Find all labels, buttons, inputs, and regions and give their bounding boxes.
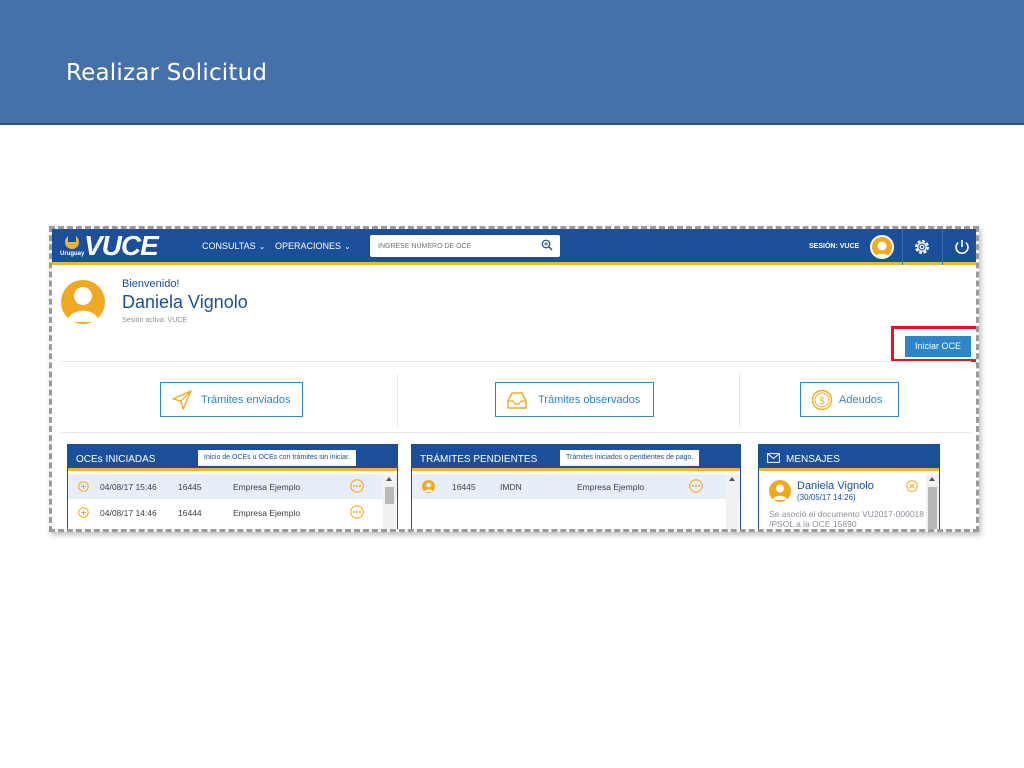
divider	[397, 374, 398, 427]
highlight-annotation	[891, 326, 976, 362]
panel-header: TRÁMITES PENDIENTES Trámites iniciados o…	[412, 445, 740, 471]
panel-tip: Inicio de OCEs u OCEs con trámites sin i…	[198, 450, 356, 466]
table-row[interactable]: 04/08/17 15:46 16445 Empresa Ejemplo	[68, 474, 397, 499]
user-name: Daniela Vignolo	[122, 292, 248, 312]
chevron-down-icon: ⌄	[258, 242, 266, 251]
panel-title: MENSAJES	[786, 454, 840, 465]
quick-link-observed[interactable]: Trámites observados	[495, 382, 654, 417]
row-company: Empresa Ejemplo	[233, 508, 301, 518]
row-number: 16444	[178, 508, 202, 518]
power-icon[interactable]	[952, 237, 972, 257]
logo-brand: VUCE	[84, 230, 159, 261]
inbox-icon	[507, 392, 527, 409]
nav-divider	[942, 229, 943, 265]
chevron-down-icon: ⌄	[344, 242, 351, 251]
logo-country: Uruguay	[60, 251, 85, 257]
table-row[interactable]: 16445 IMDN Empresa Ejemplo	[412, 474, 740, 499]
welcome-avatar	[61, 280, 105, 324]
envelope-icon	[767, 453, 780, 463]
oce-search-box	[370, 235, 560, 257]
scrollbar[interactable]	[726, 474, 739, 529]
add-circle-icon[interactable]	[78, 481, 89, 492]
panel-title: OCEs INICIADAS	[76, 454, 156, 465]
user-icon	[422, 480, 435, 493]
row-company: Empresa Ejemplo	[233, 482, 301, 492]
session-label: SESIÓN: VUCE	[809, 243, 860, 250]
divider	[61, 361, 971, 362]
vuce-logo[interactable]: Uruguay VUCE	[60, 230, 170, 261]
oce-search-input[interactable]	[370, 235, 535, 257]
table-row[interactable]: 04/08/17 14:46 16444 Empresa Ejemplo	[68, 500, 397, 525]
svg-text:$: $	[819, 396, 825, 407]
panel-mensajes: MENSAJES Daniela Vignolo (30/05/17 14:26…	[758, 444, 940, 529]
session-active-text: Sesión activa: VUCE	[122, 317, 187, 324]
shield-icon	[65, 232, 79, 249]
top-navbar: Uruguay VUCE CONSULTAS⌄ OPERACIONES⌄ SES…	[52, 229, 976, 265]
message-body: Se asoció el documento VU2017-000018 /PS…	[769, 509, 924, 529]
row-date: 04/08/17 15:46	[100, 482, 157, 492]
divider	[739, 374, 740, 427]
panel-title: TRÁMITES PENDIENTES	[420, 454, 538, 465]
quick-link-label: Trámites observados	[538, 394, 641, 406]
user-icon	[769, 480, 791, 502]
panel-tramites-pendientes: TRÁMITES PENDIENTES Trámites iniciados o…	[411, 444, 741, 529]
row-company: Empresa Ejemplo	[577, 482, 645, 492]
panel-header: MENSAJES	[759, 445, 939, 471]
divider	[61, 432, 971, 433]
add-circle-icon[interactable]	[78, 507, 89, 518]
menu-consultas-label: CONSULTAS	[202, 241, 256, 251]
row-number: 16445	[178, 482, 202, 492]
scroll-up-icon[interactable]	[386, 477, 392, 481]
nav-divider	[902, 229, 903, 265]
more-options-icon[interactable]	[689, 479, 703, 493]
row-number: 16445	[452, 482, 476, 492]
gear-icon[interactable]	[912, 237, 932, 257]
panel-tip: Trámites iniciados o pendientes de pago.	[560, 450, 700, 466]
quick-link-label: Adeudos	[839, 394, 883, 406]
scroll-up-icon[interactable]	[729, 477, 735, 481]
dollar-coin-icon: $	[811, 389, 833, 411]
user-icon	[67, 287, 99, 322]
user-avatar[interactable]	[870, 235, 894, 259]
scroll-up-icon[interactable]	[929, 477, 935, 481]
quick-link-sent[interactable]: Trámites enviados	[160, 382, 303, 417]
panel-oces-iniciadas: OCEs INICIADAS Inicio de OCEs u OCEs con…	[67, 444, 398, 529]
scrollbar[interactable]	[383, 474, 396, 529]
scrollbar[interactable]	[926, 474, 939, 529]
row-type: IMDN	[500, 482, 522, 492]
row-date: 04/08/17 14:46	[100, 508, 157, 518]
search-icon[interactable]	[541, 239, 553, 251]
message-sender[interactable]: Daniela Vignolo	[797, 480, 874, 492]
user-icon	[874, 241, 890, 257]
paper-plane-icon	[172, 390, 192, 410]
close-icon[interactable]	[906, 480, 918, 492]
message-date: (30/05/17 14:26)	[797, 493, 856, 502]
slide-header: Realizar Solicitud	[0, 0, 1024, 125]
scroll-thumb[interactable]	[385, 487, 394, 504]
quick-link-label: Trámites enviados	[201, 394, 291, 406]
menu-operaciones[interactable]: OPERACIONES ⌄	[275, 241, 351, 251]
vuce-screenshot: Uruguay VUCE CONSULTAS⌄ OPERACIONES⌄ SES…	[49, 226, 979, 532]
quick-link-debts[interactable]: $ Adeudos	[800, 382, 899, 417]
more-options-icon[interactable]	[350, 505, 364, 519]
scroll-thumb[interactable]	[928, 487, 937, 529]
greeting: Bienvenido!	[122, 278, 180, 290]
slide-title: Realizar Solicitud	[66, 60, 268, 86]
menu-consultas[interactable]: CONSULTAS ⌄	[202, 241, 265, 251]
more-options-icon[interactable]	[350, 479, 364, 493]
panel-header: OCEs INICIADAS Inicio de OCEs u OCEs con…	[68, 445, 397, 471]
menu-operaciones-label: OPERACIONES	[275, 241, 342, 251]
